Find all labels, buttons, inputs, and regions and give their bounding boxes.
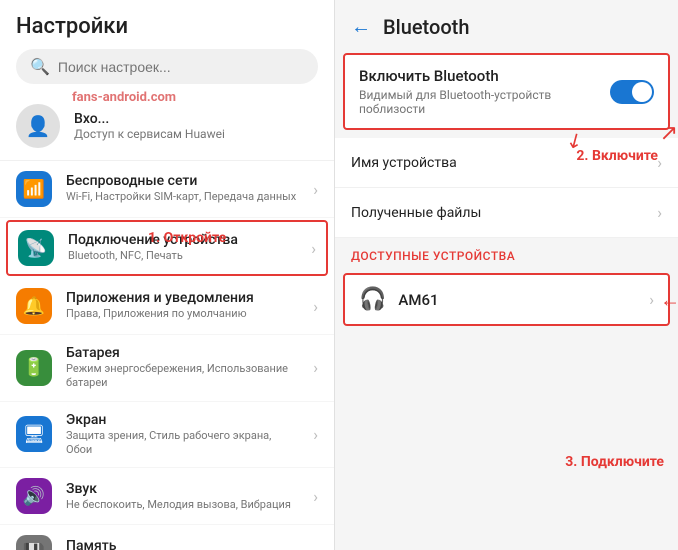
sound-title: Звук <box>66 481 299 497</box>
wireless-title: Беспроводные сети <box>66 173 299 189</box>
display-icon: 🖥 <box>23 424 46 445</box>
search-bar[interactable]: 🔍 <box>16 49 318 84</box>
avatar: 👤 <box>16 104 60 148</box>
apps-icon: 🔔 <box>23 296 45 317</box>
wireless-chevron: › <box>313 180 318 199</box>
bluetooth-page-title: Bluetooth <box>383 15 469 39</box>
memory-text: Память Память, Очистка памяти <box>66 538 299 550</box>
headphone-icon: 🎧 <box>359 287 386 312</box>
settings-item-memory[interactable]: 💾 Память Память, Очистка памяти › <box>0 525 334 550</box>
account-sub: Доступ к сервисам Huawei <box>74 127 318 141</box>
search-input[interactable] <box>58 59 304 75</box>
menu-section: Имя устройства › Полученные файлы › <box>335 138 678 238</box>
device-text: Подключение устройства Bluetooth, NFC, П… <box>68 232 297 263</box>
memory-icon: 💾 <box>23 543 45 550</box>
settings-item-display[interactable]: 🖥 Экран Защита зрения, Стиль рабочего эк… <box>0 402 334 469</box>
wireless-sub: Wi-Fi, Настройки SIM-карт, Передача данн… <box>66 190 299 204</box>
sound-text: Звук Не беспокоить, Мелодия вызова, Вибр… <box>66 481 299 512</box>
bt-toggle-label: Включить Bluetooth <box>359 67 610 85</box>
open-arrow-icon: ← <box>332 235 334 261</box>
memory-chevron: › <box>313 544 318 550</box>
device-chevron: › <box>311 239 316 258</box>
settings-item-device[interactable]: 📡 Подключение устройства Bluetooth, NFC,… <box>6 220 328 276</box>
apps-icon-box: 🔔 <box>16 288 52 324</box>
right-header: ← Bluetooth <box>335 0 678 53</box>
device-sub: Bluetooth, NFC, Печать <box>68 249 297 263</box>
sound-chevron: › <box>313 487 318 506</box>
device-name-label: Имя устройства <box>351 155 657 171</box>
settings-item-apps[interactable]: 🔔 Приложения и уведомления Права, Прилож… <box>0 278 334 335</box>
display-sub: Защита зрения, Стиль рабочего экрана, Об… <box>66 429 299 458</box>
device-arrow-icon: ← <box>660 287 678 312</box>
bt-toggle-row: Включить Bluetooth Видимый для Bluetooth… <box>359 67 654 116</box>
account-info: Вхо... Доступ к сервисам Huawei <box>74 111 318 141</box>
bluetooth-panel: ← Bluetooth Включить Bluetooth Видимый д… <box>335 0 678 550</box>
settings-item-sound[interactable]: 🔊 Звук Не беспокоить, Мелодия вызова, Ви… <box>0 468 334 525</box>
apps-title: Приложения и уведомления <box>66 290 299 306</box>
bt-toggle-text: Включить Bluetooth Видимый для Bluetooth… <box>359 67 610 116</box>
device-am61[interactable]: 🎧 AM61 › ← <box>343 273 670 326</box>
battery-title: Батарея <box>66 345 299 361</box>
battery-text: Батарея Режим энергосбережения, Использо… <box>66 345 299 391</box>
apps-sub: Права, Приложения по умолчанию <box>66 307 299 321</box>
apps-text: Приложения и уведомления Права, Приложен… <box>66 290 299 321</box>
search-icon: 🔍 <box>30 57 50 76</box>
available-devices-header: ДОСТУПНЫЕ УСТРОЙСТВА <box>335 239 678 269</box>
received-files-chevron: › <box>657 203 662 222</box>
settings-panel: Настройки 🔍 👤 Вхо... Доступ к сервисам H… <box>0 0 335 550</box>
display-text: Экран Защита зрения, Стиль рабочего экра… <box>66 412 299 458</box>
menu-item-received-files[interactable]: Полученные файлы › <box>335 188 678 238</box>
battery-sub: Режим энергосбережения, Использование ба… <box>66 362 299 391</box>
annotation-connect-label: 3. Подключите <box>565 454 664 470</box>
watermark: fans-android.com <box>72 90 176 105</box>
device-connection-icon: 📡 <box>25 238 47 259</box>
device-title: Подключение устройства <box>68 232 297 248</box>
device-am61-name: AM61 <box>398 291 637 309</box>
bt-toggle-sub: Видимый для Bluetooth-устройств поблизос… <box>359 88 610 116</box>
account-name: Вхо... <box>74 111 318 127</box>
memory-title: Память <box>66 538 299 550</box>
display-title: Экран <box>66 412 299 428</box>
settings-title: Настройки <box>16 14 318 39</box>
menu-item-device-name[interactable]: Имя устройства › <box>335 138 678 188</box>
device-name-chevron: › <box>657 153 662 172</box>
settings-list: 📶 Беспроводные сети Wi-Fi, Настройки SIM… <box>0 161 334 550</box>
left-header: Настройки 🔍 <box>0 0 334 92</box>
wifi-icon: 📶 <box>23 179 45 200</box>
memory-icon-box: 💾 <box>16 535 52 550</box>
settings-item-battery[interactable]: 🔋 Батарея Режим энергосбережения, Исполь… <box>0 335 334 402</box>
display-icon-box: 🖥 <box>16 416 52 452</box>
battery-icon-box: 🔋 <box>16 350 52 386</box>
bluetooth-toggle-section: Включить Bluetooth Видимый для Bluetooth… <box>343 53 670 130</box>
battery-icon: 🔋 <box>23 357 45 378</box>
settings-item-wireless[interactable]: 📶 Беспроводные сети Wi-Fi, Настройки SIM… <box>0 161 334 218</box>
display-chevron: › <box>313 425 318 444</box>
wireless-text: Беспроводные сети Wi-Fi, Настройки SIM-к… <box>66 173 299 204</box>
device-icon-box: 📡 <box>18 230 54 266</box>
received-files-label: Полученные файлы <box>351 205 657 221</box>
bluetooth-toggle-switch[interactable] <box>610 80 654 104</box>
wireless-icon-box: 📶 <box>16 171 52 207</box>
battery-chevron: › <box>313 358 318 377</box>
sound-icon: 🔊 <box>23 486 45 507</box>
apps-chevron: › <box>313 297 318 316</box>
sound-sub: Не беспокоить, Мелодия вызова, Вибрация <box>66 498 299 512</box>
right-content: Включить Bluetooth Видимый для Bluetooth… <box>335 53 678 550</box>
sound-icon-box: 🔊 <box>16 478 52 514</box>
device-am61-chevron: › <box>649 290 654 309</box>
back-button[interactable]: ← <box>351 14 371 39</box>
